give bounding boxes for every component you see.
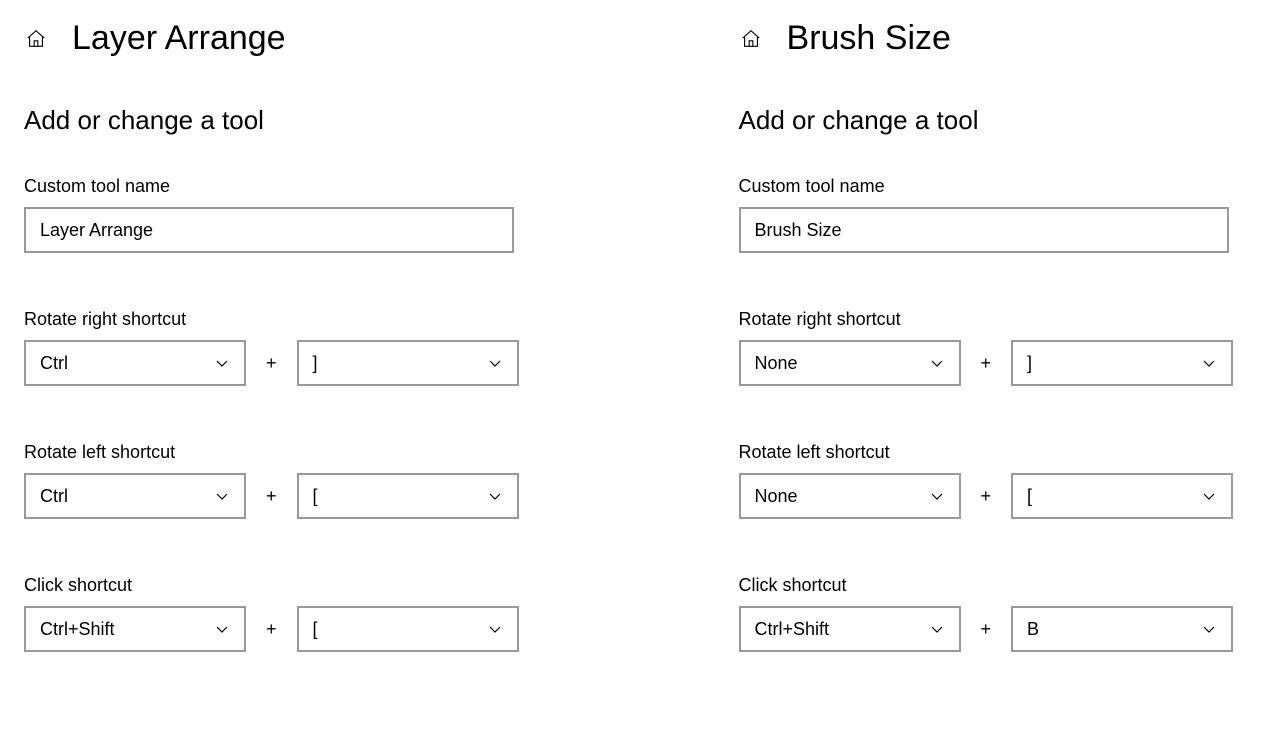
select-value: ] [1027, 353, 1201, 374]
click-shortcut-label: Click shortcut [24, 575, 519, 596]
rotate-right-label: Rotate right shortcut [739, 309, 1234, 330]
click-shortcut-group: Click shortcut Ctrl+Shift + B [739, 575, 1234, 652]
select-value: Ctrl+Shift [40, 619, 214, 640]
rotate-left-key-select[interactable]: [ [1011, 473, 1233, 519]
click-shortcut-label: Click shortcut [739, 575, 1234, 596]
chevron-down-icon [1201, 488, 1217, 504]
chevron-down-icon [487, 488, 503, 504]
chevron-down-icon [487, 355, 503, 371]
select-value: Ctrl+Shift [755, 619, 929, 640]
click-shortcut-row: Ctrl+Shift + [ [24, 606, 519, 652]
rotate-left-group: Rotate left shortcut Ctrl + [ [24, 442, 519, 519]
rotate-right-modifier-select[interactable]: Ctrl [24, 340, 246, 386]
custom-tool-name-group: Custom tool name [739, 176, 1234, 253]
rotate-left-key-select[interactable]: [ [297, 473, 519, 519]
panel-brush-size: Brush Size Add or change a tool Custom t… [739, 20, 1234, 708]
rotate-right-key-select[interactable]: ] [297, 340, 519, 386]
chevron-down-icon [487, 621, 503, 637]
rotate-right-group: Rotate right shortcut None + ] [739, 309, 1234, 386]
rotate-left-label: Rotate left shortcut [739, 442, 1234, 463]
page-title: Layer Arrange [72, 20, 286, 57]
plus-separator: + [266, 486, 277, 507]
select-value: B [1027, 619, 1201, 640]
rotate-right-group: Rotate right shortcut Ctrl + ] [24, 309, 519, 386]
select-value: Ctrl [40, 486, 214, 507]
click-modifier-select[interactable]: Ctrl+Shift [24, 606, 246, 652]
select-value: [ [313, 619, 487, 640]
rotate-left-group: Rotate left shortcut None + [ [739, 442, 1234, 519]
custom-tool-name-label: Custom tool name [739, 176, 1234, 197]
select-value: ] [313, 353, 487, 374]
click-shortcut-row: Ctrl+Shift + B [739, 606, 1234, 652]
chevron-down-icon [929, 621, 945, 637]
rotate-left-modifier-select[interactable]: Ctrl [24, 473, 246, 519]
chevron-down-icon [1201, 621, 1217, 637]
rotate-left-label: Rotate left shortcut [24, 442, 519, 463]
click-modifier-select[interactable]: Ctrl+Shift [739, 606, 961, 652]
click-shortcut-group: Click shortcut Ctrl+Shift + [ [24, 575, 519, 652]
custom-tool-name-input[interactable] [24, 207, 514, 253]
chevron-down-icon [214, 621, 230, 637]
chevron-down-icon [929, 488, 945, 504]
click-key-select[interactable]: B [1011, 606, 1233, 652]
plus-separator: + [981, 353, 992, 374]
rotate-left-row: Ctrl + [ [24, 473, 519, 519]
header: Layer Arrange [24, 20, 519, 57]
section-title: Add or change a tool [24, 105, 519, 136]
panel-layer-arrange: Layer Arrange Add or change a tool Custo… [24, 20, 519, 708]
select-value: Ctrl [40, 353, 214, 374]
rotate-right-label: Rotate right shortcut [24, 309, 519, 330]
rotate-right-modifier-select[interactable]: None [739, 340, 961, 386]
chevron-down-icon [1201, 355, 1217, 371]
rotate-right-row: None + ] [739, 340, 1234, 386]
custom-tool-name-input[interactable] [739, 207, 1229, 253]
select-value: [ [313, 486, 487, 507]
select-value: None [755, 353, 929, 374]
chevron-down-icon [214, 355, 230, 371]
chevron-down-icon [929, 355, 945, 371]
plus-separator: + [981, 619, 992, 640]
rotate-right-row: Ctrl + ] [24, 340, 519, 386]
plus-separator: + [266, 353, 277, 374]
click-key-select[interactable]: [ [297, 606, 519, 652]
page-title: Brush Size [787, 20, 951, 57]
section-title: Add or change a tool [739, 105, 1234, 136]
custom-tool-name-label: Custom tool name [24, 176, 519, 197]
plus-separator: + [981, 486, 992, 507]
rotate-left-modifier-select[interactable]: None [739, 473, 961, 519]
custom-tool-name-group: Custom tool name [24, 176, 519, 253]
plus-separator: + [266, 619, 277, 640]
rotate-right-key-select[interactable]: ] [1011, 340, 1233, 386]
rotate-left-row: None + [ [739, 473, 1234, 519]
chevron-down-icon [214, 488, 230, 504]
home-icon[interactable] [24, 27, 48, 51]
home-icon[interactable] [739, 27, 763, 51]
select-value: [ [1027, 486, 1201, 507]
header: Brush Size [739, 20, 1234, 57]
select-value: None [755, 486, 929, 507]
